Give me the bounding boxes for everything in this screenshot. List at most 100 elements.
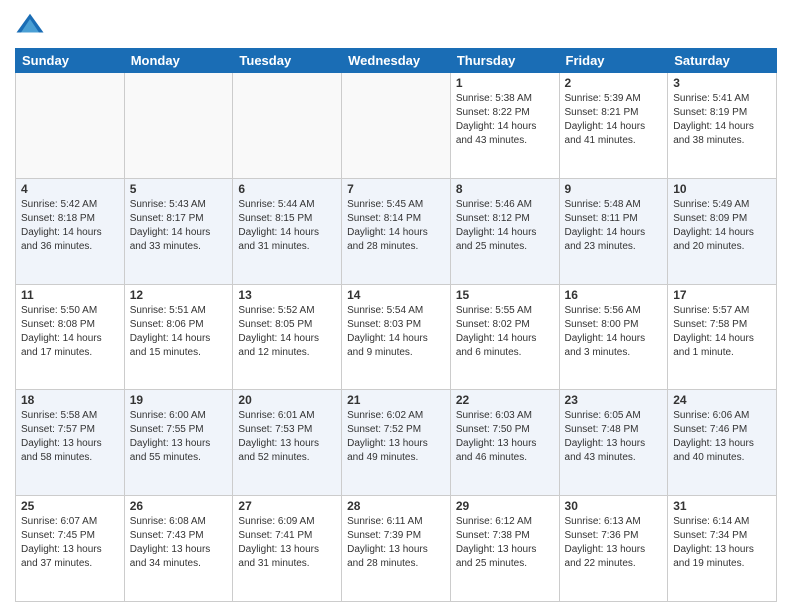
- day-info: Sunrise: 6:12 AM Sunset: 7:38 PM Dayligh…: [456, 515, 554, 571]
- calendar-week-row: 4Sunrise: 5:42 AM Sunset: 8:18 PM Daylig…: [16, 178, 777, 284]
- day-number: 21: [347, 393, 445, 407]
- header: [15, 10, 777, 40]
- calendar-cell: [233, 73, 342, 179]
- calendar-header-sunday: Sunday: [16, 49, 125, 73]
- day-number: 17: [673, 288, 771, 302]
- calendar-header-monday: Monday: [124, 49, 233, 73]
- calendar-cell: 30Sunrise: 6:13 AM Sunset: 7:36 PM Dayli…: [559, 496, 668, 602]
- calendar-cell: 12 Sunrise: 5:51 AM Sunset: 8:06 PM Dayli…: [124, 284, 233, 390]
- calendar-cell: [124, 73, 233, 179]
- day-info: Sunrise: 5:44 AM Sunset: 8:15 PM Dayligh…: [238, 198, 336, 254]
- day-number: 14: [347, 288, 445, 302]
- day-number: 25: [21, 499, 119, 513]
- day-number: 19: [130, 393, 228, 407]
- day-info: Sunrise: 5:41 AM Sunset: 8:19 PM Dayligh…: [673, 92, 771, 148]
- day-info: Sunrise: 6:14 AM Sunset: 7:34 PM Dayligh…: [673, 515, 771, 571]
- calendar-cell: 4Sunrise: 5:42 AM Sunset: 8:18 PM Daylig…: [16, 178, 125, 284]
- calendar-cell: 11Sunrise: 5:50 AM Sunset: 8:08 PM Dayli…: [16, 284, 125, 390]
- calendar-header-row: SundayMondayTuesdayWednesdayThursdayFrid…: [16, 49, 777, 73]
- calendar-cell: 21 Sunrise: 6:02 AM Sunset: 7:52 PM Dayli…: [342, 390, 451, 496]
- day-number: 16: [565, 288, 663, 302]
- day-number: 5: [130, 182, 228, 196]
- calendar-cell: 20Sunrise: 6:01 AM Sunset: 7:53 PM Dayli…: [233, 390, 342, 496]
- calendar-cell: 10 Sunrise: 5:49 AM Sunset: 8:09 PM Dayli…: [668, 178, 777, 284]
- calendar-header-thursday: Thursday: [450, 49, 559, 73]
- day-info: Sunrise: 6:02 AM Sunset: 7:52 PM Dayligh…: [347, 409, 445, 465]
- day-number: 8: [456, 182, 554, 196]
- day-info: Sunrise: 6:00 AM Sunset: 7:55 PM Dayligh…: [130, 409, 228, 465]
- calendar-cell: 26Sunrise: 6:08 AM Sunset: 7:43 PM Dayli…: [124, 496, 233, 602]
- day-info: Sunrise: 5:54 AM Sunset: 8:03 PM Dayligh…: [347, 304, 445, 360]
- day-info: Sunrise: 6:03 AM Sunset: 7:50 PM Dayligh…: [456, 409, 554, 465]
- calendar-cell: 23 Sunrise: 6:05 AM Sunset: 7:48 PM Dayli…: [559, 390, 668, 496]
- day-number: 3: [673, 76, 771, 90]
- calendar-cell: 15 Sunrise: 5:55 AM Sunset: 8:02 PM Dayli…: [450, 284, 559, 390]
- day-info: Sunrise: 6:05 AM Sunset: 7:48 PM Dayligh…: [565, 409, 663, 465]
- calendar-cell: 7 Sunrise: 5:45 AM Sunset: 8:14 PM Daylig…: [342, 178, 451, 284]
- calendar-cell: 28 Sunrise: 6:11 AM Sunset: 7:39 PM Dayli…: [342, 496, 451, 602]
- day-info: Sunrise: 5:50 AM Sunset: 8:08 PM Dayligh…: [21, 304, 119, 360]
- day-number: 15: [456, 288, 554, 302]
- calendar-cell: 8 Sunrise: 5:46 AM Sunset: 8:12 PM Daylig…: [450, 178, 559, 284]
- day-number: 7: [347, 182, 445, 196]
- calendar-cell: 31 Sunrise: 6:14 AM Sunset: 7:34 PM Dayli…: [668, 496, 777, 602]
- calendar-week-row: 18 Sunrise: 5:58 AM Sunset: 7:57 PM Dayli…: [16, 390, 777, 496]
- calendar-cell: 25 Sunrise: 6:07 AM Sunset: 7:45 PM Dayli…: [16, 496, 125, 602]
- calendar-cell: 5 Sunrise: 5:43 AM Sunset: 8:17 PM Daylig…: [124, 178, 233, 284]
- day-info: Sunrise: 5:49 AM Sunset: 8:09 PM Dayligh…: [673, 198, 771, 254]
- calendar-cell: 24Sunrise: 6:06 AM Sunset: 7:46 PM Dayli…: [668, 390, 777, 496]
- calendar-header-tuesday: Tuesday: [233, 49, 342, 73]
- calendar-cell: 2 Sunrise: 5:39 AM Sunset: 8:21 PM Daylig…: [559, 73, 668, 179]
- calendar-cell: 22Sunrise: 6:03 AM Sunset: 7:50 PM Dayli…: [450, 390, 559, 496]
- day-number: 24: [673, 393, 771, 407]
- calendar-cell: 18 Sunrise: 5:58 AM Sunset: 7:57 PM Dayli…: [16, 390, 125, 496]
- calendar-header-friday: Friday: [559, 49, 668, 73]
- day-number: 23: [565, 393, 663, 407]
- calendar-table: SundayMondayTuesdayWednesdayThursdayFrid…: [15, 48, 777, 602]
- calendar-cell: 3 Sunrise: 5:41 AM Sunset: 8:19 PM Daylig…: [668, 73, 777, 179]
- day-number: 6: [238, 182, 336, 196]
- day-info: Sunrise: 5:45 AM Sunset: 8:14 PM Dayligh…: [347, 198, 445, 254]
- calendar-week-row: 11Sunrise: 5:50 AM Sunset: 8:08 PM Dayli…: [16, 284, 777, 390]
- calendar-week-row: 25 Sunrise: 6:07 AM Sunset: 7:45 PM Dayli…: [16, 496, 777, 602]
- day-number: 1: [456, 76, 554, 90]
- day-info: Sunrise: 5:48 AM Sunset: 8:11 PM Dayligh…: [565, 198, 663, 254]
- day-number: 30: [565, 499, 663, 513]
- day-number: 13: [238, 288, 336, 302]
- day-info: Sunrise: 5:56 AM Sunset: 8:00 PM Dayligh…: [565, 304, 663, 360]
- day-number: 26: [130, 499, 228, 513]
- calendar-cell: [16, 73, 125, 179]
- day-number: 4: [21, 182, 119, 196]
- day-number: 12: [130, 288, 228, 302]
- calendar-cell: 27 Sunrise: 6:09 AM Sunset: 7:41 PM Dayli…: [233, 496, 342, 602]
- day-number: 10: [673, 182, 771, 196]
- page: SundayMondayTuesdayWednesdayThursdayFrid…: [0, 0, 792, 612]
- day-number: 27: [238, 499, 336, 513]
- calendar-cell: 6 Sunrise: 5:44 AM Sunset: 8:15 PM Daylig…: [233, 178, 342, 284]
- day-info: Sunrise: 5:43 AM Sunset: 8:17 PM Dayligh…: [130, 198, 228, 254]
- day-number: 31: [673, 499, 771, 513]
- day-info: Sunrise: 5:55 AM Sunset: 8:02 PM Dayligh…: [456, 304, 554, 360]
- calendar-cell: 9 Sunrise: 5:48 AM Sunset: 8:11 PM Daylig…: [559, 178, 668, 284]
- day-info: Sunrise: 5:52 AM Sunset: 8:05 PM Dayligh…: [238, 304, 336, 360]
- day-number: 28: [347, 499, 445, 513]
- calendar-cell: 29 Sunrise: 6:12 AM Sunset: 7:38 PM Dayli…: [450, 496, 559, 602]
- day-info: Sunrise: 6:07 AM Sunset: 7:45 PM Dayligh…: [21, 515, 119, 571]
- logo-icon: [15, 10, 45, 40]
- day-info: Sunrise: 5:51 AM Sunset: 8:06 PM Dayligh…: [130, 304, 228, 360]
- day-info: Sunrise: 6:11 AM Sunset: 7:39 PM Dayligh…: [347, 515, 445, 571]
- calendar-cell: 17 Sunrise: 5:57 AM Sunset: 7:58 PM Dayli…: [668, 284, 777, 390]
- day-info: Sunrise: 5:58 AM Sunset: 7:57 PM Dayligh…: [21, 409, 119, 465]
- day-number: 18: [21, 393, 119, 407]
- calendar-week-row: 1Sunrise: 5:38 AM Sunset: 8:22 PM Daylig…: [16, 73, 777, 179]
- calendar-cell: [342, 73, 451, 179]
- logo: [15, 10, 49, 40]
- day-info: Sunrise: 5:46 AM Sunset: 8:12 PM Dayligh…: [456, 198, 554, 254]
- calendar-cell: 14 Sunrise: 5:54 AM Sunset: 8:03 PM Dayli…: [342, 284, 451, 390]
- day-number: 2: [565, 76, 663, 90]
- day-number: 9: [565, 182, 663, 196]
- day-info: Sunrise: 6:09 AM Sunset: 7:41 PM Dayligh…: [238, 515, 336, 571]
- day-number: 29: [456, 499, 554, 513]
- day-info: Sunrise: 5:39 AM Sunset: 8:21 PM Dayligh…: [565, 92, 663, 148]
- day-info: Sunrise: 5:57 AM Sunset: 7:58 PM Dayligh…: [673, 304, 771, 360]
